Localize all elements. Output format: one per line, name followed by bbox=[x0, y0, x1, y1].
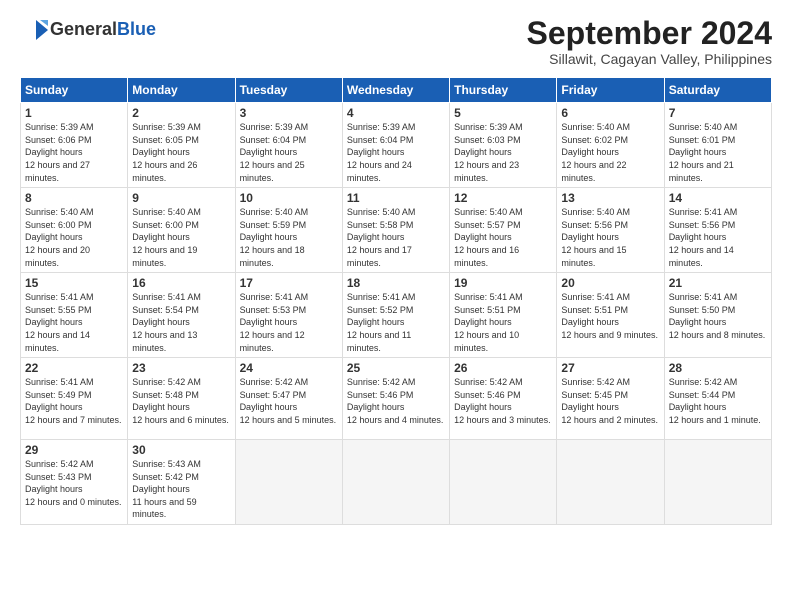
table-row: 1Sunrise: 5:39 AMSunset: 6:06 PMDaylight… bbox=[21, 103, 128, 188]
table-row: 22Sunrise: 5:41 AMSunset: 5:49 PMDayligh… bbox=[21, 358, 128, 440]
table-row bbox=[664, 440, 771, 525]
col-tuesday: Tuesday bbox=[235, 78, 342, 103]
calendar-week-3: 15Sunrise: 5:41 AMSunset: 5:55 PMDayligh… bbox=[21, 273, 772, 358]
table-row: 18Sunrise: 5:41 AMSunset: 5:52 PMDayligh… bbox=[342, 273, 449, 358]
table-row bbox=[342, 440, 449, 525]
table-row: 28Sunrise: 5:42 AMSunset: 5:44 PMDayligh… bbox=[664, 358, 771, 440]
table-row: 17Sunrise: 5:41 AMSunset: 5:53 PMDayligh… bbox=[235, 273, 342, 358]
col-monday: Monday bbox=[128, 78, 235, 103]
table-row: 5Sunrise: 5:39 AMSunset: 6:03 PMDaylight… bbox=[450, 103, 557, 188]
table-row bbox=[235, 440, 342, 525]
col-saturday: Saturday bbox=[664, 78, 771, 103]
title-block: September 2024 Sillawit, Cagayan Valley,… bbox=[527, 16, 772, 67]
col-thursday: Thursday bbox=[450, 78, 557, 103]
table-row: 3Sunrise: 5:39 AMSunset: 6:04 PMDaylight… bbox=[235, 103, 342, 188]
table-row: 7Sunrise: 5:40 AMSunset: 6:01 PMDaylight… bbox=[664, 103, 771, 188]
calendar-week-5: 29Sunrise: 5:42 AMSunset: 5:43 PMDayligh… bbox=[21, 440, 772, 525]
page: GeneralBlue September 2024 Sillawit, Cag… bbox=[0, 0, 792, 612]
table-row: 9Sunrise: 5:40 AMSunset: 6:00 PMDaylight… bbox=[128, 188, 235, 273]
table-row: 12Sunrise: 5:40 AMSunset: 5:57 PMDayligh… bbox=[450, 188, 557, 273]
table-row: 16Sunrise: 5:41 AMSunset: 5:54 PMDayligh… bbox=[128, 273, 235, 358]
table-row: 14Sunrise: 5:41 AMSunset: 5:56 PMDayligh… bbox=[664, 188, 771, 273]
table-row: 2Sunrise: 5:39 AMSunset: 6:05 PMDaylight… bbox=[128, 103, 235, 188]
col-wednesday: Wednesday bbox=[342, 78, 449, 103]
col-sunday: Sunday bbox=[21, 78, 128, 103]
calendar-header-row: Sunday Monday Tuesday Wednesday Thursday… bbox=[21, 78, 772, 103]
col-friday: Friday bbox=[557, 78, 664, 103]
table-row: 4Sunrise: 5:39 AMSunset: 6:04 PMDaylight… bbox=[342, 103, 449, 188]
table-row: 29Sunrise: 5:42 AMSunset: 5:43 PMDayligh… bbox=[21, 440, 128, 525]
logo-blue: Blue bbox=[117, 19, 156, 39]
logo-icon bbox=[20, 16, 48, 44]
calendar-week-1: 1Sunrise: 5:39 AMSunset: 6:06 PMDaylight… bbox=[21, 103, 772, 188]
table-row: 6Sunrise: 5:40 AMSunset: 6:02 PMDaylight… bbox=[557, 103, 664, 188]
logo-general: General bbox=[50, 19, 117, 39]
table-row: 20Sunrise: 5:41 AMSunset: 5:51 PMDayligh… bbox=[557, 273, 664, 358]
calendar-week-4: 22Sunrise: 5:41 AMSunset: 5:49 PMDayligh… bbox=[21, 358, 772, 440]
table-row bbox=[450, 440, 557, 525]
month-title: September 2024 bbox=[527, 16, 772, 51]
calendar-week-2: 8Sunrise: 5:40 AMSunset: 6:00 PMDaylight… bbox=[21, 188, 772, 273]
table-row: 10Sunrise: 5:40 AMSunset: 5:59 PMDayligh… bbox=[235, 188, 342, 273]
logo: GeneralBlue bbox=[20, 16, 156, 44]
table-row: 11Sunrise: 5:40 AMSunset: 5:58 PMDayligh… bbox=[342, 188, 449, 273]
header: GeneralBlue September 2024 Sillawit, Cag… bbox=[20, 16, 772, 67]
table-row: 27Sunrise: 5:42 AMSunset: 5:45 PMDayligh… bbox=[557, 358, 664, 440]
table-row: 23Sunrise: 5:42 AMSunset: 5:48 PMDayligh… bbox=[128, 358, 235, 440]
table-row: 25Sunrise: 5:42 AMSunset: 5:46 PMDayligh… bbox=[342, 358, 449, 440]
table-row: 8Sunrise: 5:40 AMSunset: 6:00 PMDaylight… bbox=[21, 188, 128, 273]
table-row: 26Sunrise: 5:42 AMSunset: 5:46 PMDayligh… bbox=[450, 358, 557, 440]
table-row: 19Sunrise: 5:41 AMSunset: 5:51 PMDayligh… bbox=[450, 273, 557, 358]
calendar-table: Sunday Monday Tuesday Wednesday Thursday… bbox=[20, 77, 772, 525]
table-row: 15Sunrise: 5:41 AMSunset: 5:55 PMDayligh… bbox=[21, 273, 128, 358]
table-row: 13Sunrise: 5:40 AMSunset: 5:56 PMDayligh… bbox=[557, 188, 664, 273]
table-row bbox=[557, 440, 664, 525]
table-row: 21Sunrise: 5:41 AMSunset: 5:50 PMDayligh… bbox=[664, 273, 771, 358]
table-row: 30Sunrise: 5:43 AMSunset: 5:42 PMDayligh… bbox=[128, 440, 235, 525]
location-subtitle: Sillawit, Cagayan Valley, Philippines bbox=[527, 51, 772, 67]
table-row: 24Sunrise: 5:42 AMSunset: 5:47 PMDayligh… bbox=[235, 358, 342, 440]
